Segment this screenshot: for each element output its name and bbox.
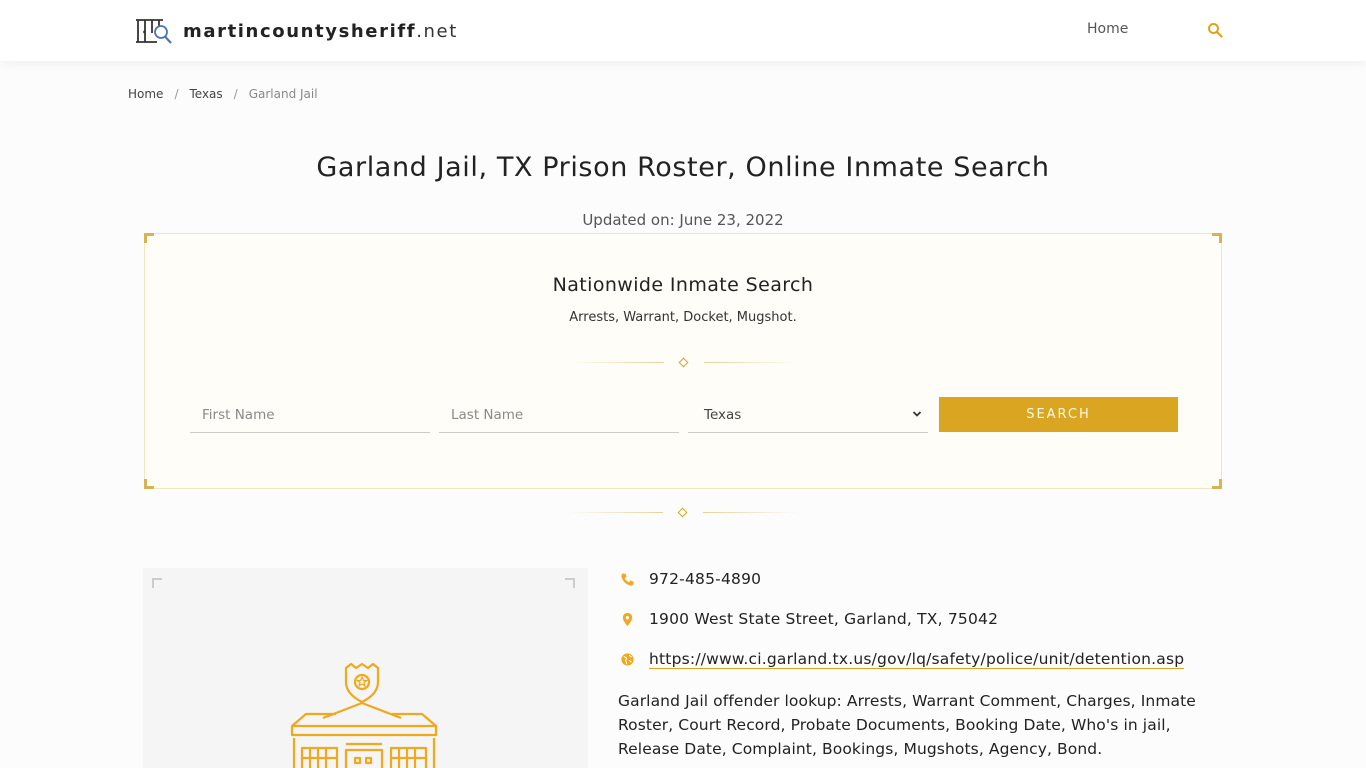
jail-building-icon [290, 662, 438, 768]
diamond-icon [678, 357, 689, 368]
search-button[interactable]: SEARCH [939, 397, 1178, 432]
breadcrumb-current: Garland Jail [248, 87, 318, 101]
address: 1900 West State Street, Garland, TX, 750… [649, 610, 999, 628]
corner-decoration [144, 233, 154, 243]
corner-decoration [152, 578, 162, 588]
state-select-value: Texas [704, 407, 742, 423]
phone-row: 972-485-4890 [620, 570, 761, 588]
jail-image [143, 568, 588, 768]
breadcrumb-home[interactable]: Home [128, 87, 163, 101]
corner-decoration [565, 578, 575, 588]
logo-text: martincountysheriff.net [183, 20, 458, 42]
corner-decoration [1212, 233, 1222, 243]
updated-date: Updated on: June 23, 2022 [582, 211, 784, 229]
phone-number: 972-485-4890 [649, 570, 762, 588]
inmate-search-box: Nationwide Inmate Search Arrests, Warran… [144, 233, 1222, 489]
state-select[interactable]: Texas [688, 397, 928, 433]
page-title: Garland Jail, TX Prison Roster, Online I… [316, 152, 1050, 183]
breadcrumb-separator: / [233, 87, 238, 101]
breadcrumb-texas[interactable]: Texas [189, 87, 222, 101]
ornament-divider [569, 357, 799, 369]
diamond-icon [677, 507, 688, 518]
globe-icon [621, 653, 634, 666]
first-name-input[interactable] [190, 397, 430, 433]
address-row: 1900 West State Street, Garland, TX, 750… [620, 610, 998, 628]
phone-icon [621, 572, 634, 586]
website-link[interactable]: https://www.ci.garland.tx.us/gov/lq/safe… [649, 650, 1185, 669]
website-row: https://www.ci.garland.tx.us/gov/lq/safe… [620, 650, 1185, 669]
jail-bars-magnifier-icon [136, 19, 172, 44]
corner-decoration [1212, 479, 1222, 489]
corner-decoration [144, 479, 154, 489]
jail-description: Garland Jail offender lookup: Arrests, W… [618, 692, 1196, 758]
search-icon[interactable] [1207, 22, 1223, 38]
search-box-subtitle: Arrests, Warrant, Docket, Mugshot. [569, 310, 797, 325]
nav-home-link[interactable]: Home [1087, 21, 1128, 37]
site-header: martincountysheriff.net Home [0, 0, 1366, 61]
breadcrumb-separator: / [174, 87, 179, 101]
last-name-input[interactable] [439, 397, 679, 433]
site-logo[interactable]: martincountysheriff.net [135, 16, 458, 46]
breadcrumb: Home / Texas / Garland Jail [128, 87, 318, 101]
chevron-down-icon [912, 411, 922, 417]
search-box-title: Nationwide Inmate Search [552, 274, 814, 296]
map-pin-icon [622, 612, 633, 626]
ornament-divider [568, 507, 798, 519]
